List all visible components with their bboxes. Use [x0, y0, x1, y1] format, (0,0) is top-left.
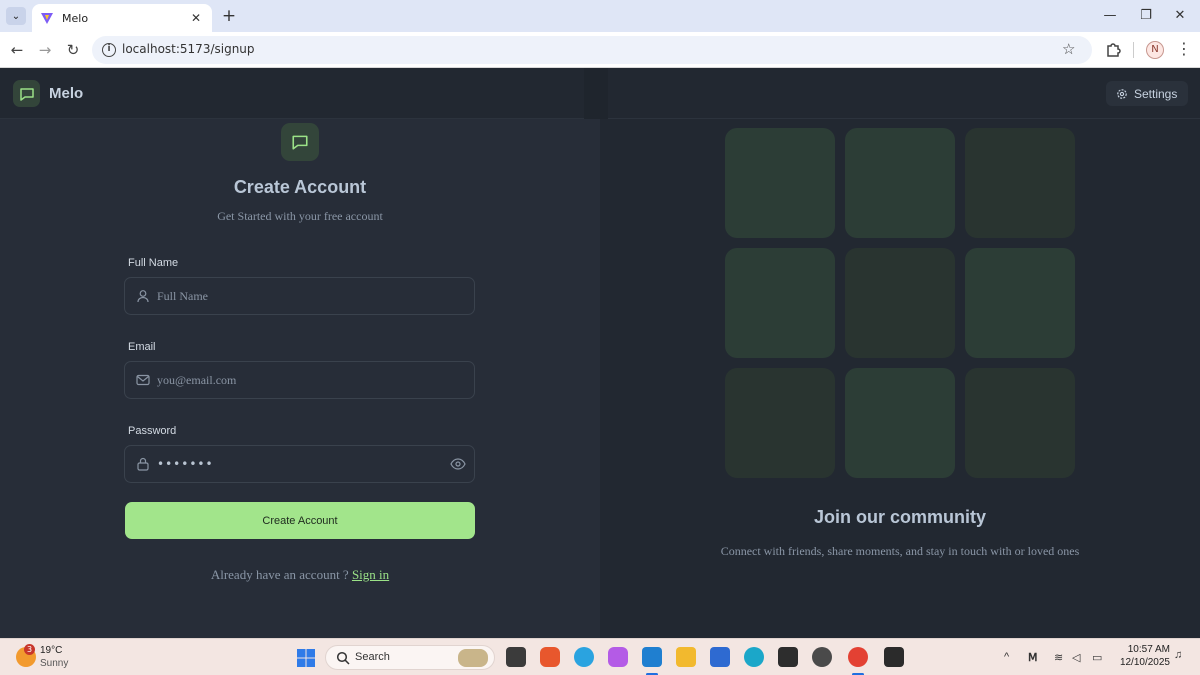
- signin-prompt: Already have an account ?: [210, 567, 349, 582]
- form-subtitle: Get Started with your free account: [217, 209, 383, 223]
- address-bar[interactable]: i localhost:5173/signup ☆: [92, 36, 1092, 64]
- create-account-button[interactable]: Create Account: [125, 502, 475, 539]
- vite-logo-icon: [41, 13, 53, 24]
- tray-chevron-icon[interactable]: ^: [1004, 651, 1009, 663]
- create-account-label: Create Account: [262, 514, 338, 527]
- bookmark-star-icon[interactable]: ☆: [1062, 40, 1075, 58]
- form-title: Create Account: [233, 177, 367, 197]
- clock-app-icon[interactable]: [812, 647, 832, 667]
- tray-app-icon[interactable]: Ⅿ: [1028, 651, 1038, 664]
- eye-icon[interactable]: [450, 458, 466, 470]
- url-text[interactable]: localhost:5173/signup: [122, 42, 255, 56]
- pattern-tile: [725, 128, 835, 238]
- mail-icon: [136, 374, 150, 386]
- pattern-tile: [845, 128, 955, 238]
- tab-title: Melo: [62, 11, 89, 25]
- wifi-icon[interactable]: ≋: [1054, 651, 1063, 664]
- file-explorer-icon[interactable]: [676, 647, 696, 667]
- signup-panel: Create Account Get Started with your fre…: [0, 119, 600, 638]
- message-square-icon: [19, 87, 34, 101]
- settings-label: Settings: [1134, 86, 1178, 101]
- restore-icon[interactable]: ❐: [1136, 6, 1156, 26]
- minimize-icon[interactable]: —: [1100, 6, 1120, 26]
- community-panel: Join our community Connect with friends,…: [600, 119, 1200, 638]
- form-logo: [281, 123, 319, 161]
- pattern-grid: [725, 128, 1075, 478]
- pattern-tile: [725, 368, 835, 478]
- pattern-tile: [845, 248, 955, 358]
- window-close-icon[interactable]: ✕: [1170, 6, 1190, 26]
- task-view-icon[interactable]: [506, 647, 526, 667]
- email-input[interactable]: [157, 362, 447, 398]
- windows-start-icon[interactable]: [296, 648, 316, 668]
- edge-browser-icon[interactable]: [744, 647, 764, 667]
- forward-icon[interactable]: →: [35, 40, 55, 60]
- search-highlight-icon: [458, 649, 488, 667]
- app-root: Melo Settings Create Account Get Started…: [0, 68, 1200, 638]
- email-label: Email: [128, 341, 156, 353]
- full-name-input[interactable]: [157, 278, 447, 314]
- weather-desc[interactable]: Sunny: [40, 658, 68, 669]
- brand-name[interactable]: Melo: [49, 85, 83, 102]
- tab-search-dropdown-icon[interactable]: ⌄: [6, 7, 26, 25]
- vscode-icon[interactable]: [642, 647, 662, 667]
- browser-menu-icon[interactable]: ⋮: [1176, 40, 1192, 58]
- back-icon[interactable]: ←: [7, 40, 27, 60]
- brave-browser-icon[interactable]: [540, 647, 560, 667]
- pattern-tile: [965, 368, 1075, 478]
- community-title: Join our community: [813, 507, 986, 527]
- taskbar-search-label: Search: [355, 651, 390, 663]
- profile-avatar[interactable]: N: [1146, 41, 1164, 59]
- clock-time[interactable]: 10:57 AM: [1120, 644, 1170, 655]
- browser-toolbar: ← → ↻ i localhost:5173/signup ☆: [0, 32, 1200, 68]
- gear-icon: [1117, 88, 1127, 99]
- email-field[interactable]: [124, 361, 475, 399]
- lock-icon: [137, 457, 149, 471]
- os-taskbar: 3 19°C Sunny Search ^ Ⅿ ≋ ◁ ▭ 10:57 AM 1…: [0, 638, 1200, 675]
- extensions-icon[interactable]: [1104, 40, 1122, 58]
- pattern-tile: [965, 248, 1075, 358]
- user-icon: [137, 290, 149, 303]
- sticky-notes-icon[interactable]: [778, 647, 798, 667]
- toolbar-divider: [1133, 42, 1134, 58]
- pattern-tile: [725, 248, 835, 358]
- pattern-tile: [845, 368, 955, 478]
- weather-badge: 3: [24, 644, 35, 655]
- weather-temp[interactable]: 19°C: [40, 645, 62, 656]
- search-icon: [336, 651, 350, 665]
- community-subtitle: Connect with friends, share moments, and…: [720, 544, 1080, 558]
- reload-icon[interactable]: ↻: [63, 40, 83, 60]
- pattern-tile: [965, 128, 1075, 238]
- password-input[interactable]: •••••••: [157, 457, 214, 471]
- full-name-field[interactable]: [124, 277, 475, 315]
- full-name-label: Full Name: [128, 257, 179, 269]
- clock-date[interactable]: 12/10/2025: [1114, 657, 1170, 668]
- settings-button[interactable]: Settings: [1106, 81, 1188, 106]
- browser-tab[interactable]: Melo ✕: [32, 4, 212, 32]
- chrome-browser-icon[interactable]: [848, 647, 868, 667]
- brand-logo[interactable]: [13, 80, 40, 107]
- password-field[interactable]: •••••••: [124, 445, 475, 483]
- site-info-icon[interactable]: i: [102, 43, 116, 57]
- tab-close-icon[interactable]: ✕: [188, 11, 204, 25]
- new-tab-icon[interactable]: +: [220, 6, 238, 26]
- copilot-icon[interactable]: [608, 647, 628, 667]
- message-square-icon: [292, 135, 308, 150]
- password-label: Password: [128, 425, 177, 437]
- battery-icon[interactable]: ▭: [1092, 651, 1102, 664]
- header-divider: [584, 68, 608, 119]
- browser-tab-bar: ⌄ Melo ✕ + — ❐ ✕: [0, 0, 1200, 32]
- terminal-icon[interactable]: [884, 647, 904, 667]
- microsoft-store-icon[interactable]: [710, 647, 730, 667]
- signin-link[interactable]: Sign in: [352, 567, 389, 582]
- telegram-icon[interactable]: [574, 647, 594, 667]
- app-header: Melo Settings: [0, 68, 1200, 119]
- volume-icon[interactable]: ◁: [1072, 651, 1080, 664]
- notification-bell-icon[interactable]: ♫: [1174, 649, 1182, 661]
- signin-row: Already have an account ? Sign in: [0, 567, 600, 583]
- taskbar-search[interactable]: Search: [325, 645, 495, 670]
